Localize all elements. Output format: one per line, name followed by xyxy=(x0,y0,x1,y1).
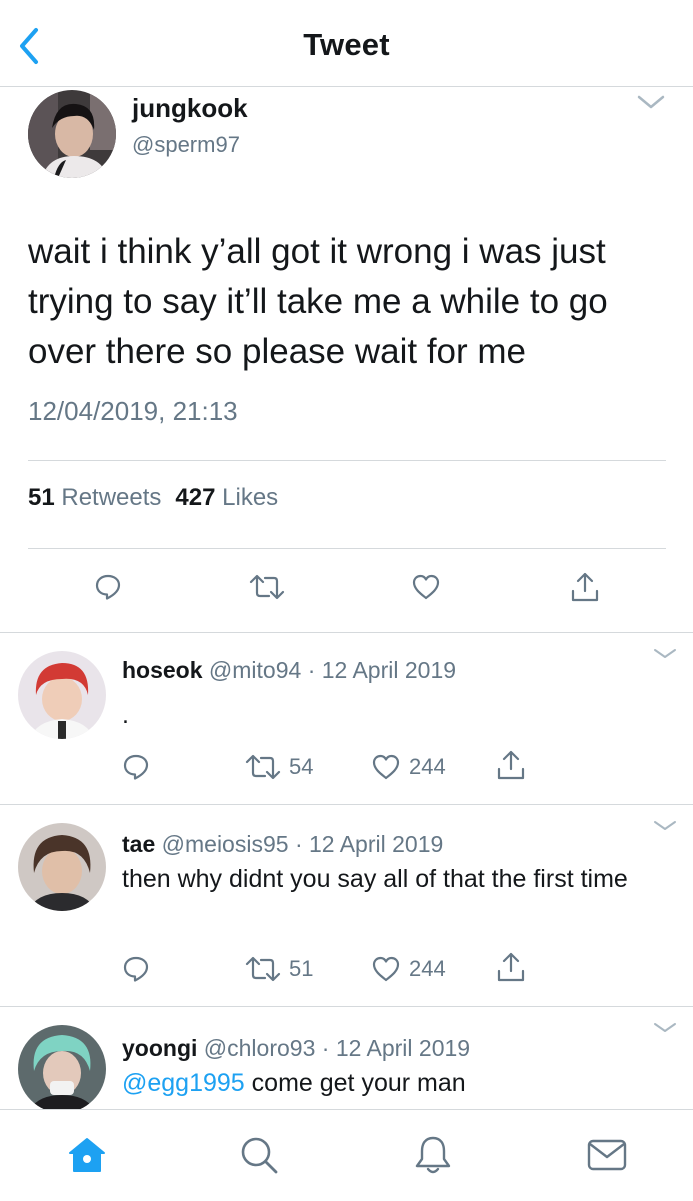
reply-author-name[interactable]: yoongi xyxy=(122,1035,197,1061)
separator-dot: · xyxy=(321,1035,330,1061)
like-action[interactable]: 244 xyxy=(371,753,446,781)
bottom-tab-bar xyxy=(0,1109,693,1201)
like-icon[interactable] xyxy=(371,753,401,781)
top-bar: Tweet xyxy=(0,0,693,87)
reply-icon[interactable] xyxy=(122,955,150,983)
retweet-icon[interactable] xyxy=(245,753,281,781)
share-action[interactable] xyxy=(495,749,527,781)
reply-icon[interactable] xyxy=(94,573,122,601)
home-icon[interactable] xyxy=(66,1134,108,1176)
notifications-icon[interactable] xyxy=(412,1134,454,1176)
retweet-icon[interactable] xyxy=(249,573,285,601)
avatar[interactable] xyxy=(18,823,106,911)
separator-dot: · xyxy=(294,831,303,857)
like-count: 244 xyxy=(409,956,446,981)
avatar[interactable] xyxy=(18,651,106,739)
reply-tweet[interactable]: hoseok @mito94 · 12 April 2019 . 54 244 xyxy=(0,633,693,805)
mention-link[interactable]: @egg1995 xyxy=(122,1069,245,1097)
tweet-timestamp: 12/04/2019, 21:13 xyxy=(28,396,238,426)
avatar[interactable] xyxy=(28,90,116,178)
reply-author-handle[interactable]: @chloro93 xyxy=(204,1035,316,1061)
reply-author-name[interactable]: tae xyxy=(122,831,155,857)
main-tweet: jungkook @sperm97 wait i think y’all got… xyxy=(0,87,693,633)
tweet-stats: 51 Retweets 427 Likes xyxy=(28,484,278,512)
tweet-text: wait i think y’all got it wrong i was ju… xyxy=(28,232,608,371)
chevron-down-icon[interactable] xyxy=(652,1021,678,1035)
author-handle[interactable]: @sperm97 xyxy=(132,132,240,158)
reply-tweet[interactable]: yoongi @chloro93 · 12 April 2019 @egg199… xyxy=(0,1007,693,1109)
retweet-action[interactable]: 54 xyxy=(245,753,313,781)
like-count: 244 xyxy=(409,754,446,779)
share-action[interactable] xyxy=(495,951,527,983)
reply-date: 12 April 2019 xyxy=(321,657,457,683)
retweet-action[interactable]: 51 xyxy=(245,955,313,983)
retweet-count: 54 xyxy=(289,754,314,779)
reply-tweet[interactable]: tae @meiosis95 · 12 April 2019 then why … xyxy=(0,805,693,1007)
share-icon[interactable] xyxy=(495,951,527,983)
separator-dot: · xyxy=(307,657,316,683)
page-title: Tweet xyxy=(303,27,390,62)
retweet-icon[interactable] xyxy=(245,955,281,983)
reply-author-handle[interactable]: @mito94 xyxy=(209,657,301,683)
share-icon[interactable] xyxy=(495,749,527,781)
reply-action[interactable] xyxy=(122,753,150,781)
like-action[interactable]: 244 xyxy=(371,955,446,983)
reply-text: @egg1995 come get your man xyxy=(122,1069,466,1097)
messages-icon[interactable] xyxy=(585,1134,629,1176)
share-icon[interactable] xyxy=(569,571,601,603)
divider xyxy=(28,548,666,549)
reply-author-name[interactable]: hoseok xyxy=(122,657,203,683)
reply-action[interactable] xyxy=(122,955,150,983)
divider xyxy=(28,460,666,461)
chevron-down-icon[interactable] xyxy=(652,647,678,661)
avatar[interactable] xyxy=(18,1025,106,1109)
likes-stat[interactable]: 427 Likes xyxy=(175,484,278,511)
chevron-down-icon[interactable] xyxy=(636,93,666,111)
reply-date: 12 April 2019 xyxy=(335,1035,471,1061)
retweet-count: 51 xyxy=(289,956,314,981)
like-icon[interactable] xyxy=(411,573,441,601)
reply-icon[interactable] xyxy=(122,753,150,781)
search-icon[interactable] xyxy=(238,1134,280,1176)
author-name[interactable]: jungkook xyxy=(132,93,248,124)
chevron-down-icon[interactable] xyxy=(652,819,678,833)
reply-date: 12 April 2019 xyxy=(309,831,444,857)
like-icon[interactable] xyxy=(371,955,401,983)
reply-text: then why didnt you say all of that the f… xyxy=(122,865,628,893)
retweets-stat[interactable]: 51 Retweets xyxy=(28,484,161,511)
reply-text: . xyxy=(122,701,129,729)
reply-author-handle[interactable]: @meiosis95 xyxy=(162,831,289,857)
